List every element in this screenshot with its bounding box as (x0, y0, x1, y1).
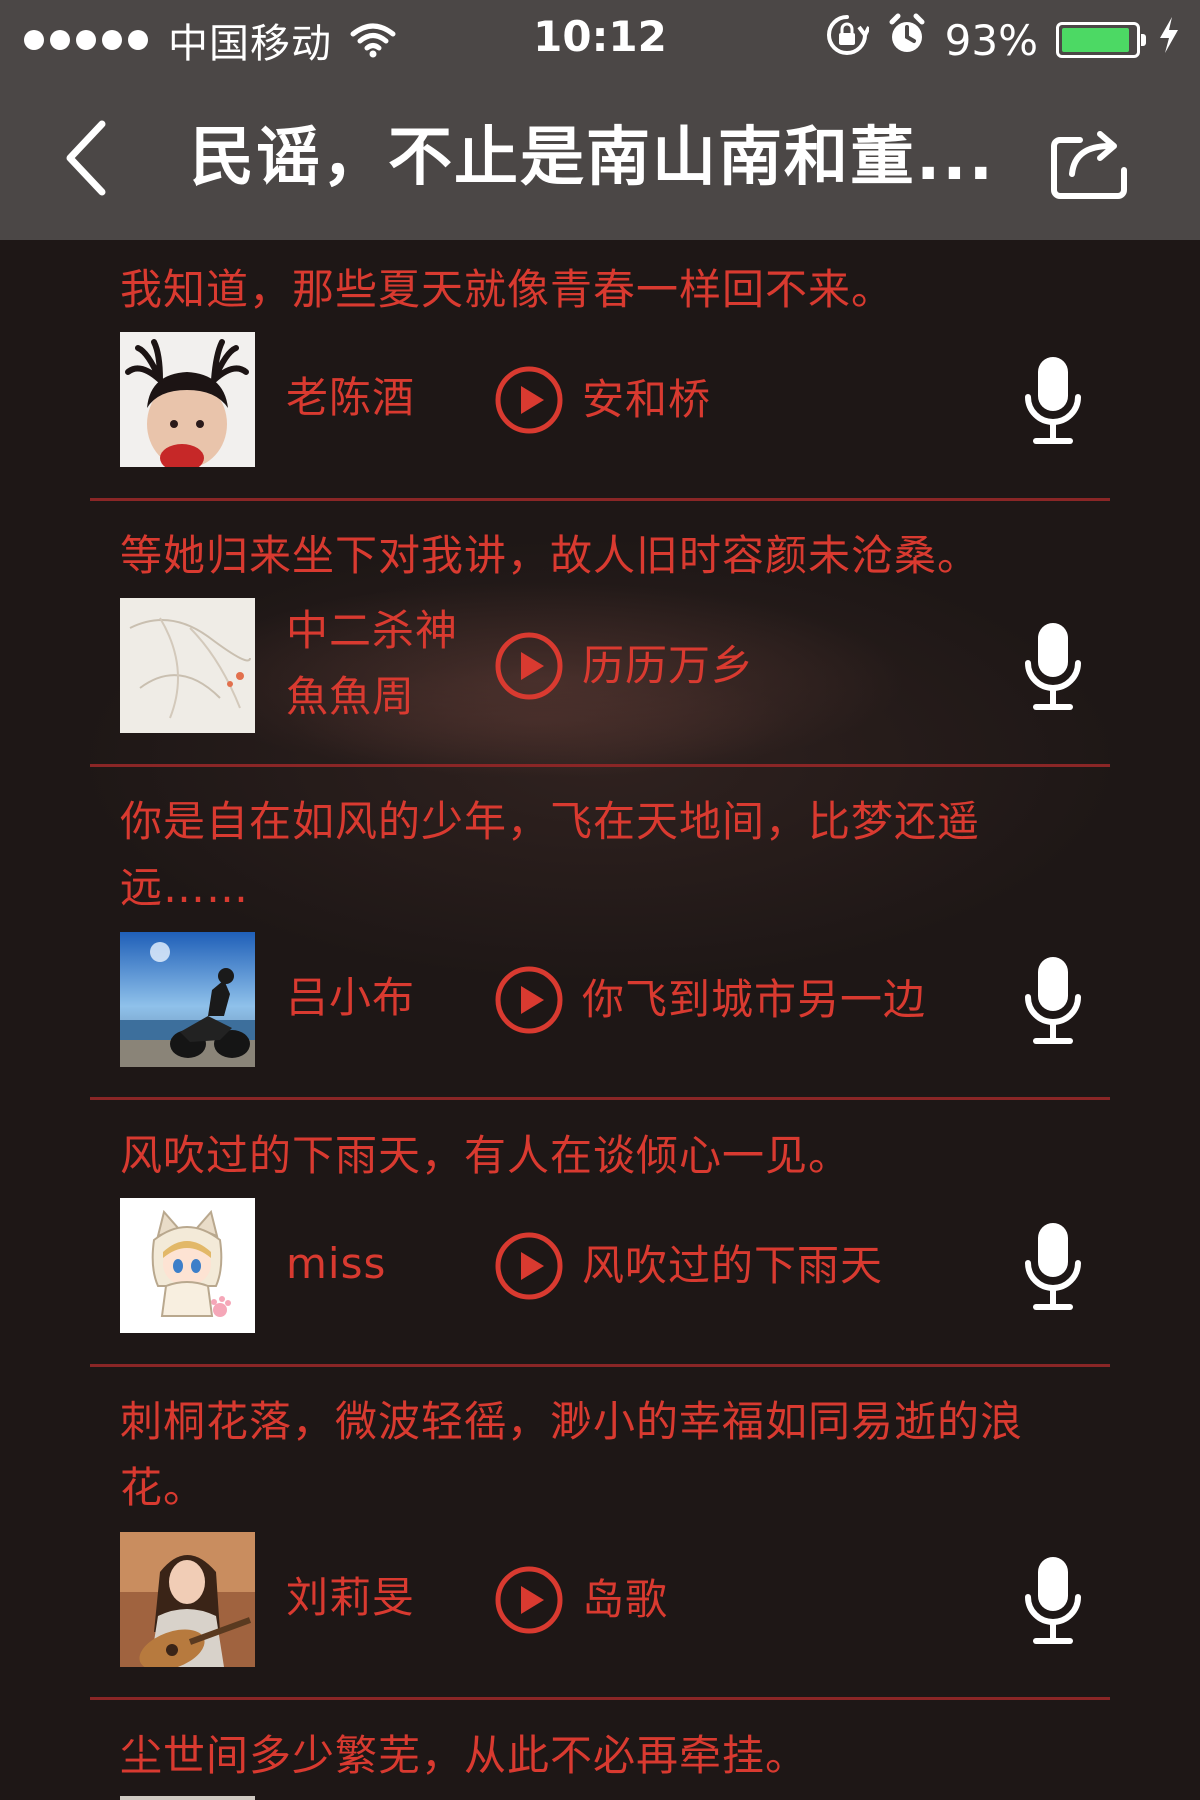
share-icon (1051, 131, 1127, 199)
singer-avatar[interactable] (120, 932, 255, 1067)
signal-dots-icon (24, 30, 148, 50)
singer-name[interactable]: 老陈酒 (286, 365, 476, 431)
song-title[interactable]: 岛歌 (582, 1565, 1012, 1635)
song-title[interactable]: 历历万乡 (582, 631, 1012, 701)
singer-name[interactable]: 中二杀神魚魚周 (286, 598, 486, 730)
lyric-text: 你是自在如风的少年，飞在天地间，比梦还遥远…… (120, 797, 981, 912)
divider (90, 498, 1110, 501)
back-button[interactable] (40, 103, 130, 213)
status-left: 中国移动 (24, 18, 396, 67)
status-right: 93% (825, 13, 1180, 67)
song-title[interactable]: 风吹过的下雨天 (582, 1231, 1012, 1301)
battery-percent: 93% (944, 15, 1038, 65)
play-icon[interactable] (494, 1231, 564, 1301)
microphone-icon[interactable] (1018, 353, 1088, 449)
divider (90, 1364, 1110, 1367)
battery-icon (1056, 22, 1146, 58)
battery-level (1062, 28, 1129, 52)
microphone-icon[interactable] (1018, 619, 1088, 715)
share-button[interactable] (1040, 113, 1140, 213)
microphone-icon[interactable] (1018, 953, 1088, 1049)
lyric-list[interactable]: 我知道，那些夏天就像青春一样回不来。 老陈酒 安和桥 等她归来坐下对我讲，故人旧… (0, 240, 1200, 1800)
carrier-name: 中国移动 (168, 21, 332, 67)
lyric-text: 风吹过的下雨天，有人在谈倾心一见。 (120, 1131, 852, 1180)
page-title: 民谣，不止是南山南和董... (190, 121, 995, 195)
play-icon[interactable] (494, 965, 564, 1035)
divider (90, 764, 1110, 767)
singer-name[interactable]: 吕小布 (286, 965, 476, 1031)
singer-name[interactable]: 刘莉旻 (286, 1565, 476, 1631)
microphone-icon[interactable] (1018, 1553, 1088, 1649)
song-title[interactable]: 你飞到城市另一边 (582, 965, 1012, 1035)
song-title[interactable]: 安和桥 (582, 365, 1012, 435)
lyric-text: 我知道，那些夏天就像青春一样回不来。 (120, 265, 895, 314)
play-icon[interactable] (494, 1565, 564, 1635)
singer-avatar[interactable] (120, 598, 255, 733)
play-icon[interactable] (494, 365, 564, 435)
singer-avatar[interactable] (120, 332, 255, 467)
charging-bolt-icon (1158, 15, 1180, 65)
play-icon[interactable] (494, 631, 564, 701)
chevron-left-icon (66, 120, 106, 196)
lyric-text: 刺桐花落，微波轻徭，渺小的幸福如同易逝的浪花。 (120, 1397, 1024, 1512)
singer-name[interactable]: miss (286, 1231, 476, 1297)
lyric-text: 尘世间多少繁芜，从此不必再牵挂。 (120, 1731, 809, 1780)
lyric-text: 等她归来坐下对我讲，故人旧时容颜未沧桑。 (120, 531, 981, 580)
microphone-icon[interactable] (1018, 1219, 1088, 1315)
alarm-icon (887, 13, 927, 67)
singer-avatar[interactable] (120, 1198, 255, 1333)
divider (90, 1697, 1110, 1700)
divider (90, 1097, 1110, 1100)
singer-avatar[interactable] (120, 1796, 255, 1800)
orientation-lock-icon (825, 13, 871, 67)
singer-avatar[interactable] (120, 1532, 255, 1667)
wifi-icon (350, 22, 396, 58)
